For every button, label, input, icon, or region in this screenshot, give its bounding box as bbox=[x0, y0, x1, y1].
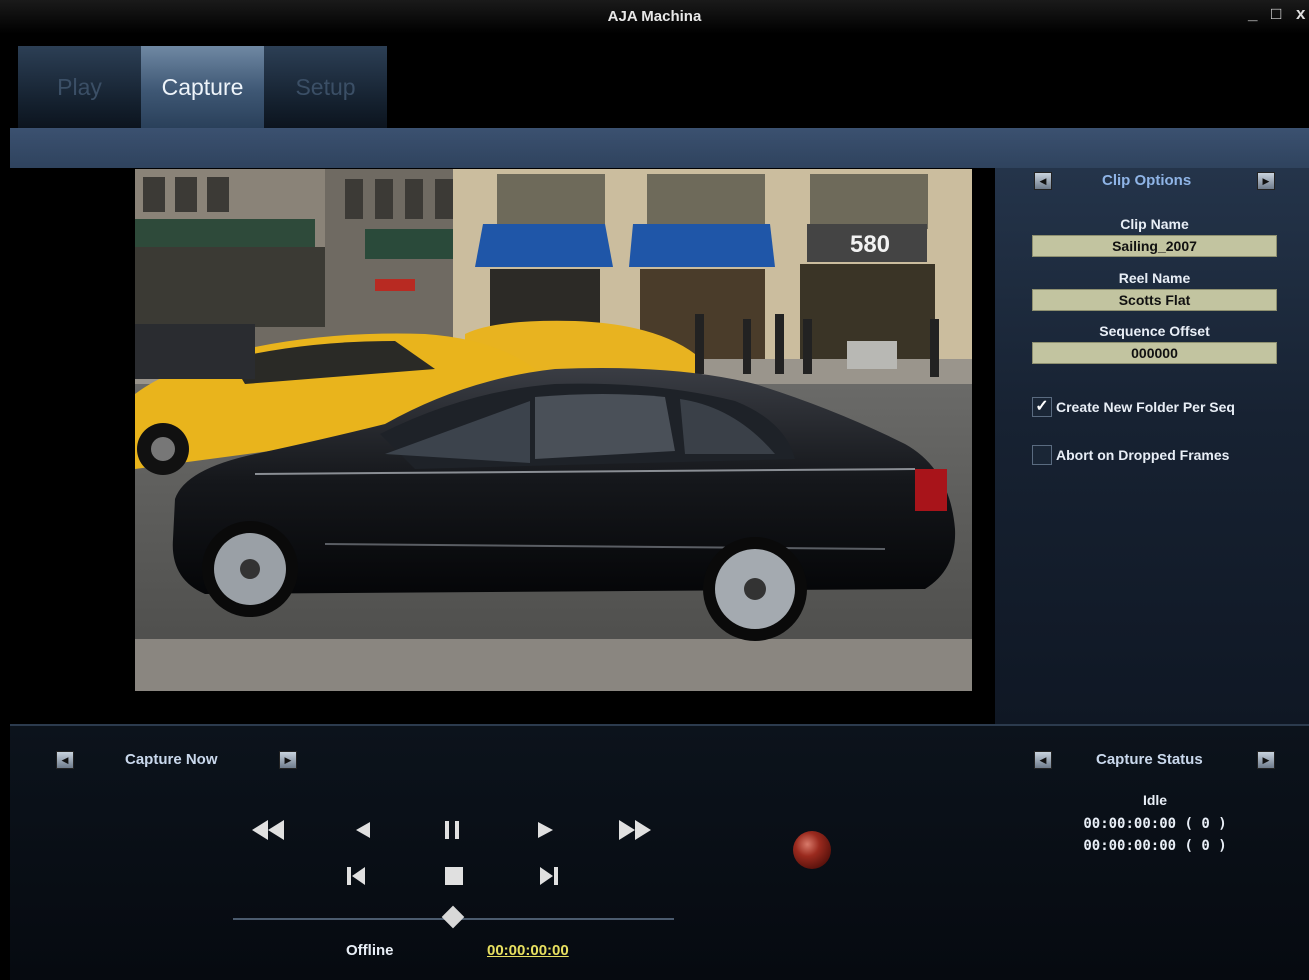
stop-button[interactable] bbox=[442, 864, 466, 888]
arrow-right-icon: ▶ bbox=[1262, 175, 1270, 186]
clip-options-header: Clip Options bbox=[1102, 172, 1192, 189]
store-number-sign: 580 bbox=[850, 231, 890, 258]
skip-start-icon bbox=[347, 867, 365, 885]
capture-mode-next-button[interactable]: ▶ bbox=[279, 751, 297, 769]
abort-dropped-label: Abort on Dropped Frames bbox=[1056, 447, 1230, 463]
stop-icon bbox=[445, 867, 463, 885]
create-folder-checkbox[interactable]: ✓ bbox=[1032, 397, 1052, 417]
abort-dropped-checkbox[interactable] bbox=[1032, 445, 1052, 465]
clip-options-prev-button[interactable]: ◀ bbox=[1034, 172, 1052, 190]
tab-sub-bar bbox=[10, 128, 1309, 168]
record-button[interactable] bbox=[793, 831, 831, 869]
tab-capture[interactable]: Capture bbox=[141, 46, 264, 128]
go-to-start-button[interactable] bbox=[344, 864, 368, 888]
window-title: AJA Machina bbox=[607, 8, 702, 25]
clip-options-next-button[interactable]: ▶ bbox=[1257, 172, 1275, 190]
go-to-end-button[interactable] bbox=[537, 864, 561, 888]
capture-status-line-1: 00:00:00:00 ( 0 ) bbox=[1083, 816, 1227, 832]
street-scene-image: 580 bbox=[135, 169, 972, 691]
create-folder-label: Create New Folder Per Seq bbox=[1056, 399, 1235, 415]
sequence-offset-input[interactable]: 000000 bbox=[1032, 342, 1277, 364]
checkmark-icon: ✓ bbox=[1035, 398, 1049, 415]
clip-name-label: Clip Name bbox=[1120, 216, 1189, 232]
capture-status-header: Capture Status bbox=[1096, 751, 1203, 768]
arrow-right-icon: ▶ bbox=[1262, 754, 1270, 765]
left-edge bbox=[0, 34, 10, 980]
create-folder-option[interactable]: ✓ Create New Folder Per Seq bbox=[1032, 397, 1235, 417]
abort-dropped-option[interactable]: Abort on Dropped Frames bbox=[1032, 445, 1229, 465]
rewind-button[interactable] bbox=[248, 818, 288, 842]
skip-end-icon bbox=[540, 867, 558, 885]
play-button[interactable] bbox=[533, 818, 557, 842]
capture-state: Idle bbox=[1142, 792, 1168, 808]
capture-mode-prev-button[interactable]: ◀ bbox=[56, 751, 74, 769]
fast-forward-button[interactable] bbox=[613, 818, 657, 842]
fast-forward-icon bbox=[619, 820, 651, 840]
main-tabs: Play Capture Setup bbox=[18, 46, 387, 128]
close-button[interactable]: x bbox=[1296, 4, 1305, 24]
step-back-button[interactable] bbox=[350, 818, 374, 842]
capture-status-prev-button[interactable]: ◀ bbox=[1034, 751, 1052, 769]
maximize-button[interactable]: □ bbox=[1271, 4, 1281, 24]
play-icon bbox=[538, 822, 553, 838]
capture-status-next-button[interactable]: ▶ bbox=[1257, 751, 1275, 769]
tab-setup[interactable]: Setup bbox=[264, 46, 387, 128]
arrow-right-icon: ▶ bbox=[284, 754, 292, 765]
minimize-button[interactable]: _ bbox=[1248, 4, 1257, 24]
sequence-offset-label: Sequence Offset bbox=[1099, 323, 1210, 339]
step-back-icon bbox=[356, 822, 370, 838]
reel-name-label: Reel Name bbox=[1118, 270, 1191, 286]
capture-mode-label: Capture Now bbox=[125, 751, 218, 768]
rewind-icon bbox=[252, 820, 284, 840]
offline-label: Offline bbox=[346, 942, 394, 959]
pause-button[interactable] bbox=[440, 818, 464, 842]
video-preview: 580 bbox=[135, 169, 972, 691]
tab-play[interactable]: Play bbox=[18, 46, 141, 128]
capture-status-line-2: 00:00:00:00 ( 0 ) bbox=[1083, 838, 1227, 854]
arrow-left-icon: ◀ bbox=[1039, 175, 1047, 186]
pause-icon bbox=[445, 821, 459, 839]
arrow-left-icon: ◀ bbox=[1039, 754, 1047, 765]
arrow-left-icon: ◀ bbox=[61, 754, 69, 765]
reel-name-input[interactable]: Scotts Flat bbox=[1032, 289, 1277, 311]
title-bar: AJA Machina _ □ x bbox=[0, 0, 1309, 34]
clip-name-input[interactable]: Sailing_2007 bbox=[1032, 235, 1277, 257]
timecode-field[interactable]: 00:00:00:00 bbox=[487, 942, 569, 959]
